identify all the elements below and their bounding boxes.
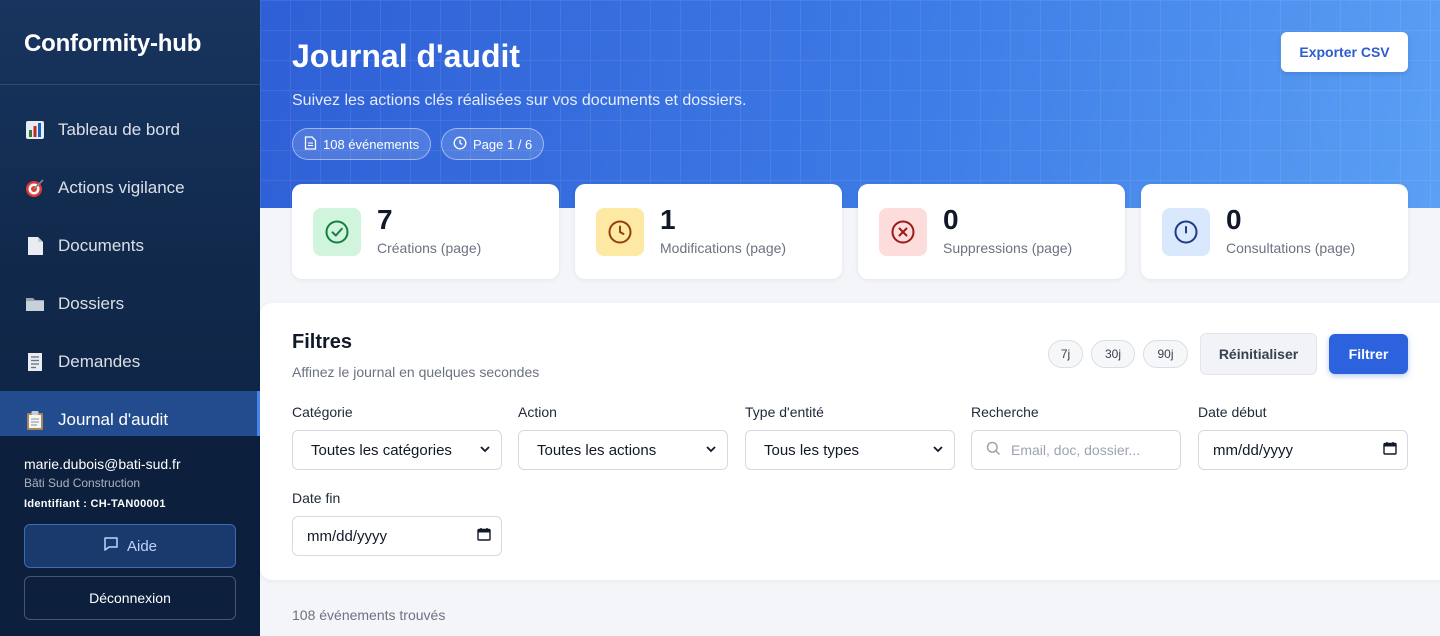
clock-icon (596, 208, 644, 256)
sidebar-item-label: Actions vigilance (58, 178, 185, 197)
export-csv-button[interactable]: Exporter CSV (1281, 32, 1408, 72)
stat-card-modifications: 1 Modifications (page) (575, 184, 842, 279)
info-circle-icon (1162, 208, 1210, 256)
date-end-value: mm/dd/yyyy (307, 527, 388, 545)
stat-value: 1 (660, 204, 676, 235)
file-icon (304, 135, 317, 153)
calendar-icon[interactable] (1383, 441, 1397, 459)
check-circle-icon (313, 208, 361, 256)
preset-30-days[interactable]: 30j (1091, 340, 1135, 368)
logout-button[interactable]: Déconnexion (24, 576, 236, 620)
filters-subtitle: Affinez le journal en quelques secondes (292, 364, 540, 380)
app-name: Conformity-hub (0, 0, 260, 85)
sidebar-item-label: Dossiers (58, 294, 125, 313)
category-select[interactable]: Toutes les catégories (292, 430, 502, 470)
user-identifier: Identifiant : CH-TAN00001 (24, 498, 166, 510)
filter-button[interactable]: Filtrer (1329, 334, 1408, 374)
folder-icon (24, 293, 46, 315)
chevron-down-icon (705, 442, 717, 459)
entity-type-value: Tous les types (764, 441, 860, 459)
reset-button[interactable]: Réinitialiser (1200, 333, 1317, 375)
document-icon (24, 235, 46, 257)
stat-label: Modifications (page) (660, 240, 787, 256)
preset-7-days[interactable]: 7j (1048, 340, 1083, 368)
user-panel: marie.dubois@bati-sud.fr Bâti Sud Constr… (0, 436, 260, 636)
target-icon (24, 177, 46, 199)
help-button[interactable]: Aide (24, 524, 236, 568)
stat-label: Créations (page) (377, 240, 482, 256)
entity-type-label: Type d'entité (745, 404, 824, 420)
filters-panel: Filtres Affinez le journal en quelques s… (260, 303, 1440, 580)
category-label: Catégorie (292, 404, 353, 420)
events-count-pill: 108 événements (292, 128, 432, 160)
page-indicator-text: Page 1 / 6 (473, 136, 533, 152)
date-start-value: mm/dd/yyyy (1213, 441, 1294, 459)
x-circle-icon (879, 208, 927, 256)
sidebar-item-vigilance-actions[interactable]: Actions vigilance (0, 159, 260, 217)
page-title: Journal d'audit (292, 38, 521, 74)
page-header: Journal d'audit Suivez les actions clés … (260, 0, 1440, 208)
stat-card-creations: 7 Créations (page) (292, 184, 559, 279)
sidebar: Conformity-hub Tableau de bord Actions v… (0, 0, 260, 636)
stat-value: 0 (1226, 204, 1242, 235)
stat-card-deletions: 0 Suppressions (page) (858, 184, 1125, 279)
category-value: Toutes les catégories (311, 441, 452, 459)
filters-title: Filtres (292, 331, 353, 353)
entity-type-select[interactable]: Tous les types (745, 430, 955, 470)
help-label: Aide (126, 537, 158, 555)
user-email: marie.dubois@bati-sud.fr (24, 456, 181, 472)
page-subtitle: Suivez les actions clés réalisées sur vo… (292, 92, 747, 109)
date-end-label: Date fin (292, 490, 341, 506)
search-label: Recherche (971, 404, 1039, 420)
sidebar-item-label: Demandes (58, 352, 141, 371)
date-end-input[interactable]: mm/dd/yyyy (292, 516, 502, 556)
sidebar-item-dashboard[interactable]: Tableau de bord (0, 101, 260, 159)
sidebar-item-label: Journal d'audit (58, 410, 169, 429)
action-label: Action (518, 404, 557, 420)
sidebar-item-requests[interactable]: Demandes (0, 333, 260, 391)
date-start-label: Date début (1198, 404, 1267, 420)
sidebar-item-label: Tableau de bord (58, 120, 180, 139)
clock-icon (453, 136, 467, 153)
stat-card-consultations: 0 Consultations (page) (1141, 184, 1408, 279)
clipboard-icon (24, 409, 46, 431)
calendar-icon[interactable] (477, 527, 491, 545)
results-count: 108 événements trouvés (292, 607, 446, 623)
user-company: Bâti Sud Construction (24, 476, 141, 490)
stat-label: Suppressions (page) (943, 240, 1073, 256)
chat-bubble-icon (103, 536, 119, 556)
search-icon (986, 441, 1001, 459)
bar-chart-icon (24, 119, 46, 141)
date-start-input[interactable]: mm/dd/yyyy (1198, 430, 1408, 470)
search-placeholder: Email, doc, dossier... (1011, 442, 1141, 458)
events-count-text: 108 événements (323, 136, 420, 152)
receipt-icon (24, 351, 46, 373)
chevron-down-icon (479, 442, 491, 459)
action-value: Toutes les actions (537, 441, 657, 459)
stat-value: 0 (943, 204, 959, 235)
chevron-down-icon (932, 442, 944, 459)
preset-90-days[interactable]: 90j (1143, 340, 1188, 368)
action-select[interactable]: Toutes les actions (518, 430, 728, 470)
stat-value: 7 (377, 204, 393, 235)
sidebar-nav: Tableau de bord Actions vigilance Docume… (0, 101, 260, 449)
sidebar-item-folders[interactable]: Dossiers (0, 275, 260, 333)
page-indicator-pill: Page 1 / 6 (441, 128, 545, 160)
sidebar-item-label: Documents (58, 236, 144, 255)
sidebar-item-documents[interactable]: Documents (0, 217, 260, 275)
stat-label: Consultations (page) (1226, 240, 1356, 256)
search-input[interactable]: Email, doc, dossier... (971, 430, 1181, 470)
